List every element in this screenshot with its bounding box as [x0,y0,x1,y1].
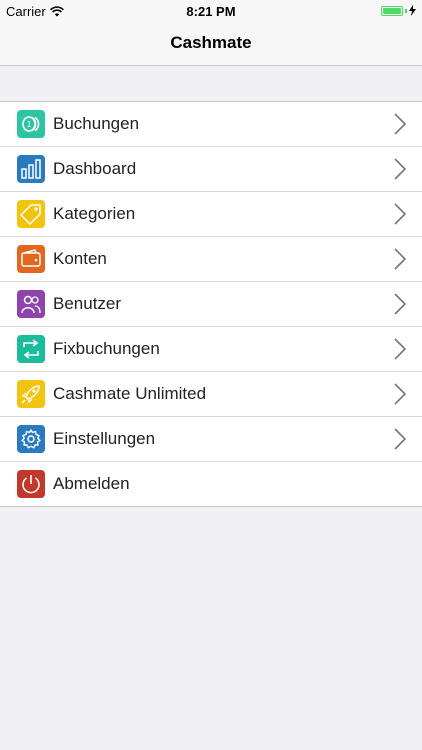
charging-bolt-icon [409,5,416,16]
bar-chart-icon [17,155,45,183]
chevron-right-icon [394,338,407,360]
chevron-right-icon [394,158,407,180]
chevron-right-icon [394,203,407,225]
menu-item-benutzer[interactable]: Benutzer [0,281,422,326]
tag-icon [17,200,45,228]
svg-text:1: 1 [26,120,31,129]
status-bar: Carrier 8:21 PM [0,0,422,22]
battery-tip [405,8,407,13]
chevron-right-icon [394,248,407,270]
repeat-icon [17,335,45,363]
coins-icon: 1 [17,110,45,138]
chevron-right-icon [394,113,407,135]
chevron-right-icon [394,428,407,450]
menu-item-label: Kategorien [53,204,136,223]
menu-item-label: Buchungen [53,114,140,133]
menu-item-abmelden[interactable]: Abmelden [0,461,422,506]
menu-item-label: Benutzer [53,294,122,313]
menu-item-buchungen[interactable]: 1 Buchungen [0,102,422,146]
menu-item-konten[interactable]: Konten [0,236,422,281]
menu-item-dashboard[interactable]: Dashboard [0,146,422,191]
menu-item-label: Cashmate Unlimited [53,384,207,403]
battery-icon [381,5,403,16]
page-title: Cashmate [170,33,252,52]
wallet-icon [17,245,45,273]
menu-item-einstellungen[interactable]: Einstellungen [0,416,422,461]
users-icon [17,290,45,318]
power-icon [17,470,45,498]
menu-item-kategorien[interactable]: Kategorien [0,191,422,236]
menu-item-label: Einstellungen [53,429,156,448]
menu-item-label: Dashboard [53,159,137,178]
navigation-bar: Cashmate [0,22,422,66]
battery-indicator [381,5,416,16]
menu-item-cashmate-unlimited[interactable]: Cashmate Unlimited [0,371,422,416]
chevron-right-icon [394,383,407,405]
status-time: 8:21 PM [186,4,236,19]
rocket-icon [17,380,45,408]
gear-icon [17,425,45,453]
menu-item-label: Konten [53,249,107,268]
main-menu-list: 1 Buchungen Dashboard Kategorien Konten Benut… [0,101,422,507]
chevron-right-icon [394,293,407,315]
menu-item-label: Fixbuchungen [53,339,160,358]
menu-item-fixbuchungen[interactable]: Fixbuchungen [0,326,422,371]
menu-item-label: Abmelden [53,474,130,493]
battery-fill [383,7,401,14]
